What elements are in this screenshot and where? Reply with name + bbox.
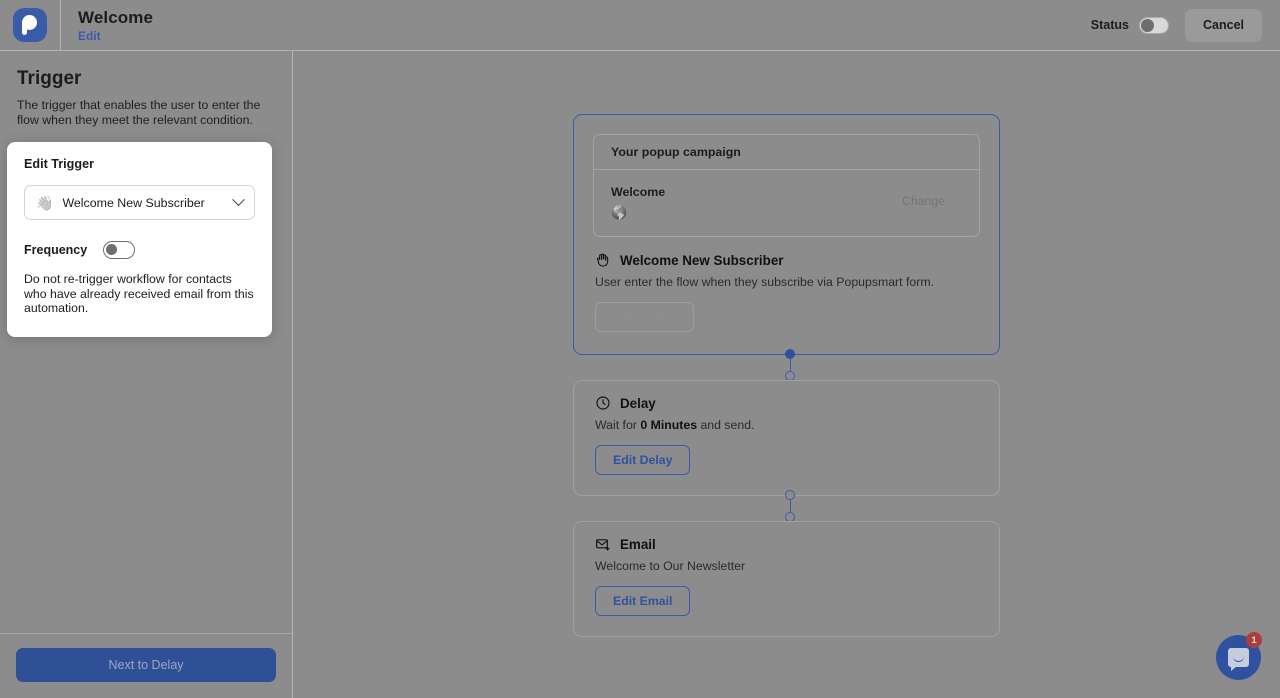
app-header: Welcome Edit Status Cancel [0, 0, 1280, 51]
chevron-down-icon [232, 193, 245, 207]
frequency-row: Frequency [24, 241, 255, 259]
page-title: Welcome [78, 7, 154, 27]
delay-desc-prefix: Wait for [595, 418, 641, 432]
flow-card-trigger[interactable]: Your popup campaign Welcome 🌎 Change Wel… [573, 114, 1000, 355]
sidebar-description: The trigger that enables the user to ent… [17, 98, 261, 127]
delay-desc-value: 0 Minutes [640, 418, 698, 432]
email-step-title: Email [620, 536, 656, 552]
cancel-button[interactable]: Cancel [1185, 8, 1262, 42]
popup-campaign-body: Welcome 🌎 Change [594, 170, 979, 236]
sidebar-footer: Next to Delay [0, 633, 292, 698]
sidebar-header: Trigger The trigger that enables the use… [0, 51, 292, 128]
edit-delay-button[interactable]: Edit Delay [595, 445, 691, 475]
trigger-step-description: User enter the flow when they subscribe … [595, 275, 934, 289]
waving-hand-icon: 👋 [36, 194, 54, 211]
envelope-icon [595, 536, 611, 552]
delay-step-title-row: Delay [595, 395, 978, 411]
frequency-toggle-knob [106, 244, 118, 255]
connector-trigger-to-delay [784, 349, 796, 383]
email-step-title-row: Email [595, 536, 978, 552]
trigger-type-value: Welcome New Subscriber [62, 195, 205, 210]
frequency-label: Frequency [24, 243, 88, 257]
trigger-step-body: Welcome New Subscriber User enter the fl… [574, 237, 999, 332]
header-actions: Status Cancel [1090, 8, 1280, 42]
flow-card-delay[interactable]: Delay Wait for 0 Minutes and send. Edit … [573, 380, 1000, 496]
popup-campaign-header: Your popup campaign [594, 135, 979, 170]
chat-unread-badge: 1 [1246, 632, 1262, 648]
status-group: Status [1090, 16, 1169, 34]
connector-dot-filled[interactable] [785, 349, 795, 359]
popupsmart-logo-icon [13, 8, 47, 42]
chat-smile [1233, 656, 1244, 662]
chat-widget-button[interactable]: 1 [1216, 632, 1262, 680]
delay-step-body: Delay Wait for 0 Minutes and send. Edit … [574, 381, 999, 475]
delay-step-description: Wait for 0 Minutes and send. [595, 418, 978, 432]
edit-trigger-popover: Edit Trigger 👋 Welcome New Subscriber Fr… [7, 142, 272, 338]
header-titles: Welcome Edit [78, 8, 153, 43]
clock-icon [595, 395, 611, 411]
connector-delay-to-email [784, 490, 796, 524]
popover-title: Edit Trigger [24, 157, 94, 171]
edit-title-link[interactable]: Edit [78, 29, 153, 43]
status-label: Status [1090, 18, 1129, 32]
delay-step-title: Delay [620, 395, 656, 411]
app-root: Welcome Edit Status Cancel Trigger The t… [0, 0, 1280, 698]
change-campaign-button[interactable]: Change [885, 185, 962, 216]
status-toggle[interactable] [1139, 16, 1169, 34]
email-step-body: Email Welcome to Our Newsletter Edit Ema… [574, 522, 999, 616]
edit-email-button[interactable]: Edit Email [595, 586, 691, 616]
logo-container[interactable] [0, 0, 61, 51]
edit-trigger-button[interactable]: Edit Trigger [595, 302, 694, 332]
status-toggle-knob [1141, 18, 1154, 32]
frequency-toggle[interactable] [103, 241, 136, 259]
popup-campaign-panel: Your popup campaign Welcome 🌎 Change [593, 134, 980, 237]
popup-campaign-info: Welcome 🌎 [611, 185, 665, 219]
trigger-type-select[interactable]: 👋 Welcome New Subscriber [24, 185, 255, 220]
popup-campaign-name: Welcome [611, 185, 666, 199]
sidebar-title: Trigger [17, 68, 82, 89]
delay-desc-suffix: and send. [697, 418, 755, 432]
flow-card-email[interactable]: Email Welcome to Our Newsletter Edit Ema… [573, 521, 1000, 637]
trigger-step-title-row: Welcome New Subscriber [595, 252, 978, 268]
globe-icon: 🌎 [611, 205, 628, 220]
trigger-step-title: Welcome New Subscriber [620, 252, 784, 268]
flow-canvas: Your popup campaign Welcome 🌎 Change Wel… [293, 51, 1280, 698]
next-to-delay-button[interactable]: Next to Delay [16, 648, 276, 682]
chat-bubble-icon [1228, 648, 1249, 671]
connector-dot-hollow-top[interactable] [785, 490, 795, 500]
frequency-description: Do not re-trigger workflow for contacts … [24, 272, 254, 316]
email-step-description: Welcome to Our Newsletter [595, 559, 746, 573]
waving-hand-icon [595, 252, 611, 268]
